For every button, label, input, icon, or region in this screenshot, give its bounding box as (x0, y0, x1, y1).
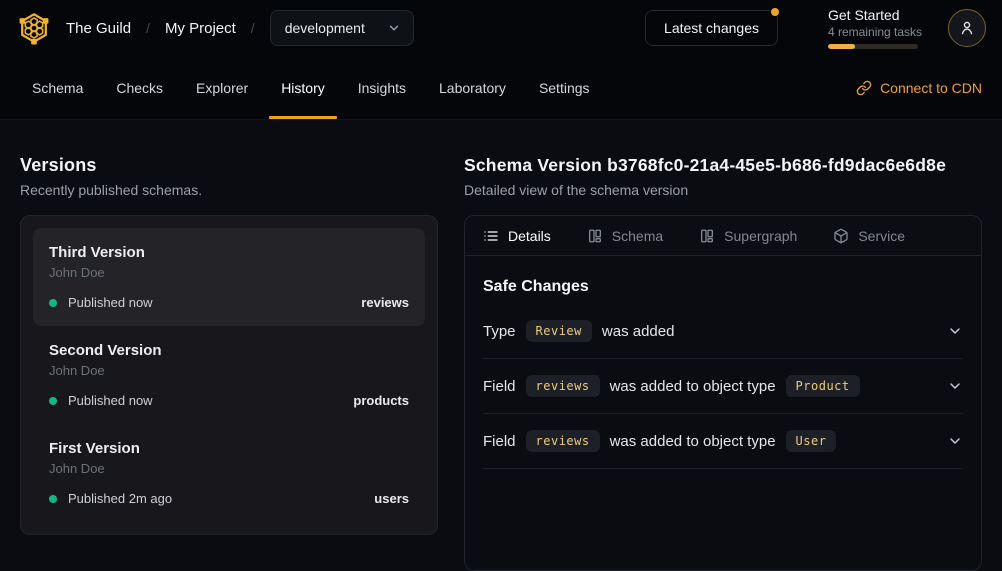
tab-settings[interactable]: Settings (527, 56, 602, 119)
get-started-title: Get Started (828, 7, 918, 23)
list-icon (483, 228, 499, 244)
version-status-row: Published now reviews (49, 295, 409, 310)
chevron-down-icon (387, 21, 401, 35)
change-row[interactable]: Field reviews was added to object type P… (483, 359, 963, 414)
change-prefix: Field (483, 378, 516, 395)
breadcrumb-separator: / (146, 20, 150, 36)
detail-body: Safe Changes Type Review was added Field… (465, 256, 981, 469)
version-name: Second Version (49, 342, 409, 359)
version-author: John Doe (49, 461, 409, 476)
version-list-item[interactable]: First Version John Doe Published 2m ago … (33, 424, 425, 522)
version-detail-card: Details Schema (464, 215, 982, 571)
versions-title: Versions (20, 155, 438, 176)
chevron-down-icon[interactable] (947, 433, 963, 449)
version-status-row: Published 2m ago users (49, 491, 409, 506)
get-started-progressbar (828, 44, 918, 49)
version-service: products (353, 393, 409, 408)
change-code-badge: reviews (526, 430, 600, 452)
latest-changes-label: Latest changes (664, 20, 759, 36)
change-suffix: was added to object type (610, 378, 776, 395)
version-list-item[interactable]: Second Version John Doe Published now pr… (33, 326, 425, 424)
project-nav: Schema Checks Explorer History Insights … (0, 56, 1002, 120)
link-icon (856, 80, 872, 96)
published-dot-icon (49, 397, 57, 405)
tab-explorer[interactable]: Explorer (184, 56, 260, 119)
detail-tab-details[interactable]: Details (483, 228, 551, 244)
detail-tabs: Details Schema (465, 216, 981, 256)
environment-selector[interactable]: development (270, 10, 414, 46)
breadcrumb-separator: / (251, 20, 255, 36)
connect-to-cdn-label: Connect to CDN (880, 80, 982, 96)
hive-logo-icon[interactable] (16, 10, 52, 46)
notification-dot (771, 8, 779, 16)
connect-to-cdn-link[interactable]: Connect to CDN (856, 56, 982, 119)
change-code-badge: User (786, 430, 837, 452)
published-dot-icon (49, 495, 57, 503)
change-row[interactable]: Field reviews was added to object type U… (483, 414, 963, 469)
version-status: Published now (68, 393, 153, 408)
tab-laboratory[interactable]: Laboratory (427, 56, 518, 119)
columns-icon (587, 228, 603, 244)
change-code-badge: Product (786, 375, 860, 397)
version-list-item[interactable]: Third Version John Doe Published now rev… (33, 228, 425, 326)
detail-tab-service[interactable]: Service (833, 228, 905, 244)
change-suffix: was added (602, 323, 675, 340)
latest-changes-button[interactable]: Latest changes (645, 10, 778, 46)
version-detail-subtitle: Detailed view of the schema version (464, 182, 982, 198)
version-detail-panel: Schema Version b3768fc0-21a4-45e5-b686-f… (464, 140, 982, 571)
version-service: users (374, 491, 409, 506)
main-content: Versions Recently published schemas. Thi… (0, 120, 1002, 571)
detail-tab-label: Schema (612, 228, 663, 244)
versions-subtitle: Recently published schemas. (20, 182, 438, 198)
chevron-down-icon[interactable] (947, 378, 963, 394)
detail-tab-schema[interactable]: Schema (587, 228, 663, 244)
breadcrumb-org[interactable]: The Guild (66, 20, 131, 37)
tab-insights[interactable]: Insights (346, 56, 418, 119)
breadcrumb: The Guild / My Project / (66, 20, 255, 37)
versions-panel: Versions Recently published schemas. Thi… (20, 140, 438, 571)
change-prefix: Field (483, 433, 516, 450)
user-icon (958, 19, 976, 37)
version-author: John Doe (49, 363, 409, 378)
user-avatar-button[interactable] (948, 9, 986, 47)
change-row[interactable]: Type Review was added (483, 304, 963, 359)
version-name: First Version (49, 440, 409, 457)
version-service: reviews (361, 295, 409, 310)
safe-changes-heading: Safe Changes (483, 278, 963, 296)
tab-checks[interactable]: Checks (104, 56, 175, 119)
get-started-progress-fill (828, 44, 855, 49)
environment-selector-value: development (285, 20, 365, 36)
detail-tab-label: Details (508, 228, 551, 244)
published-dot-icon (49, 299, 57, 307)
tab-history[interactable]: History (269, 56, 337, 119)
versions-list: Third Version John Doe Published now rev… (20, 215, 438, 535)
detail-tab-label: Service (858, 228, 905, 244)
version-status: Published now (68, 295, 153, 310)
change-suffix: was added to object type (610, 433, 776, 450)
top-bar: The Guild / My Project / development Lat… (0, 0, 1002, 56)
version-author: John Doe (49, 265, 409, 280)
breadcrumb-project[interactable]: My Project (165, 20, 236, 37)
nav-tabs: Schema Checks Explorer History Insights … (20, 56, 611, 119)
detail-tab-supergraph[interactable]: Supergraph (699, 228, 797, 244)
version-detail-title: Schema Version b3768fc0-21a4-45e5-b686-f… (464, 155, 982, 176)
detail-tab-label: Supergraph (724, 228, 797, 244)
change-code-badge: reviews (526, 375, 600, 397)
change-code-badge: Review (526, 320, 592, 342)
chevron-down-icon[interactable] (947, 323, 963, 339)
change-prefix: Type (483, 323, 516, 340)
get-started-subtitle: 4 remaining tasks (828, 25, 918, 39)
version-status-row: Published now products (49, 393, 409, 408)
get-started-widget[interactable]: Get Started 4 remaining tasks (828, 7, 918, 49)
cube-icon (833, 228, 849, 244)
columns-icon (699, 228, 715, 244)
tab-schema[interactable]: Schema (20, 56, 95, 119)
version-status: Published 2m ago (68, 491, 172, 506)
version-name: Third Version (49, 244, 409, 261)
